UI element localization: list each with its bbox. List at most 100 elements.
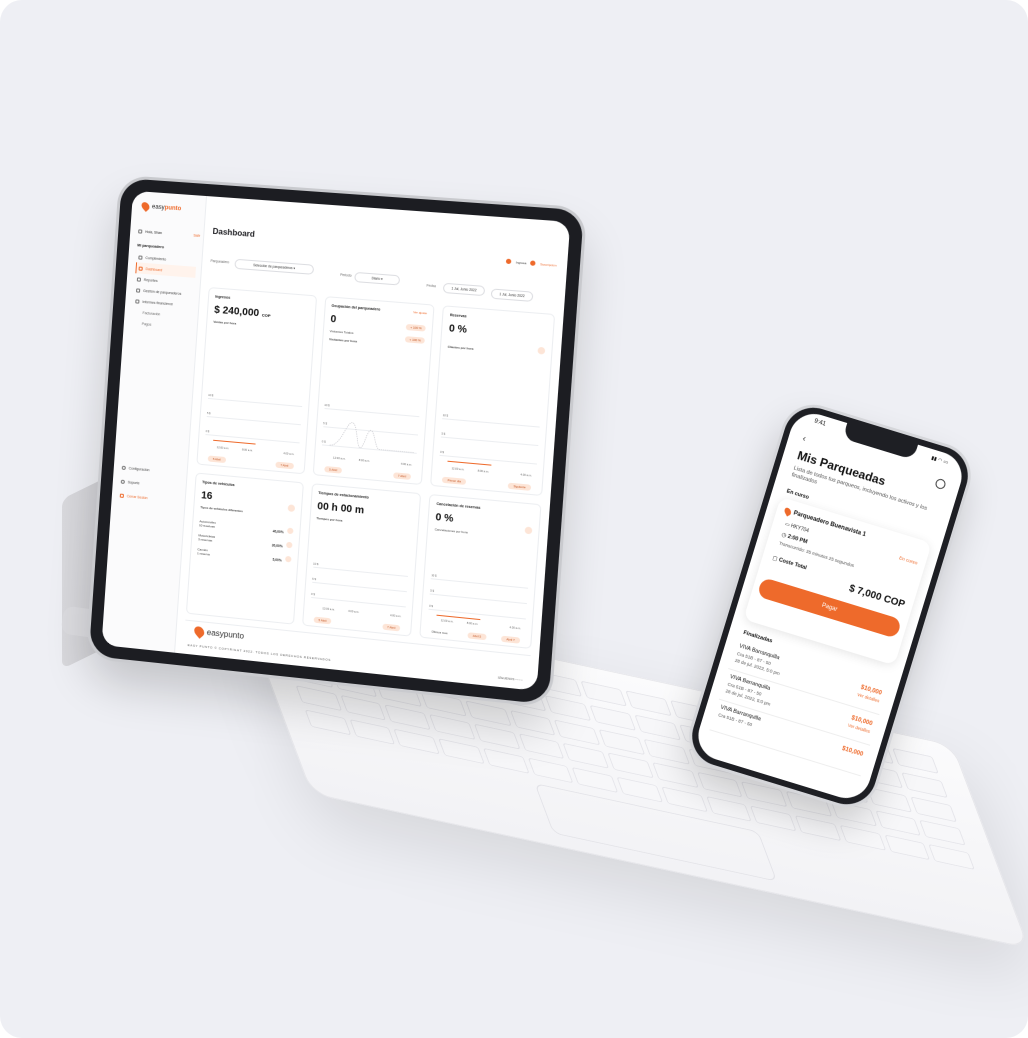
- status-icons: ▮▮ ◠ ▭: [930, 455, 949, 467]
- range-label: Últimos mes: [431, 629, 448, 636]
- date-pill-end[interactable]: Abril 7: [500, 635, 521, 644]
- date-range-pills: 5 Abril 7 Abril: [323, 465, 412, 480]
- y-tick: 10 $: [442, 413, 449, 418]
- active-parking-name: Parqueadero Buenavista 1: [783, 506, 867, 539]
- keyboard-key: [883, 834, 931, 861]
- card-link[interactable]: Ver ajuste: [413, 310, 427, 315]
- vehicle-type-button[interactable]: [285, 541, 293, 549]
- gridline: 5 $: [441, 432, 539, 446]
- keyboard-key: [304, 709, 352, 736]
- line-chart: 10 $ 5 $ 0 $ 12:00 a.m. 8:00 a.m. 4:00 a…: [204, 394, 302, 459]
- keyboard-key: [589, 704, 637, 731]
- date-pill-start[interactable]: 5 Abril: [313, 616, 332, 625]
- keyboard-key: [892, 747, 939, 774]
- expand-button[interactable]: [524, 526, 533, 535]
- y-tick: 0 $: [440, 450, 444, 454]
- keyboard-key: [643, 738, 690, 765]
- line-chart: 10 $ 5 $ 0 $ 12:00 a.m. 8:00 a.m. 4:00 a…: [439, 414, 540, 480]
- date-from-input[interactable]: 1 Jul, Junio 2022: [442, 282, 486, 297]
- date-range-pills: Primer día Siguiente: [442, 476, 532, 491]
- keyboard-key: [571, 767, 619, 794]
- x-tick: 4:00 a.m.: [283, 451, 295, 456]
- date-pill-start[interactable]: 5 Abril: [207, 455, 226, 463]
- tablet-frame: easypunto Hola, Shan Salir Mi parqueader…: [88, 178, 584, 705]
- vehicle-type-percent: 40,00%: [272, 529, 284, 535]
- date-pill-end[interactable]: Siguiente: [507, 482, 532, 491]
- tablet-screen: easypunto Hola, Shan Salir Mi parqueader…: [101, 190, 571, 691]
- vehicle-type-count: 10 reservas: [199, 522, 216, 529]
- date-pill-start[interactable]: Primer día: [442, 476, 467, 485]
- period-select[interactable]: Diario ▾: [354, 271, 401, 286]
- date-pill-end[interactable]: 7 Abril: [275, 461, 294, 469]
- y-tick: 0 $: [310, 592, 315, 597]
- profile-icon[interactable]: [934, 477, 947, 491]
- y-tick: 5 $: [206, 411, 211, 415]
- gridline: 10 $: [431, 574, 529, 589]
- keyboard-key: [544, 695, 592, 722]
- date-to-value: 1 Jul, Junio 2022: [499, 292, 525, 299]
- card-value-unit: COP: [261, 312, 271, 319]
- date-pill-start[interactable]: Abril 5: [467, 632, 487, 641]
- keyboard-key: [652, 762, 699, 789]
- card-subtitle: Clientes por hora: [447, 344, 474, 351]
- series-line: [213, 439, 256, 445]
- gridline: 0 $: [310, 593, 407, 608]
- gridline: 5 $: [311, 578, 408, 593]
- x-tick: 8:00 a.m.: [358, 458, 371, 463]
- parking-select-value: Selección de parqueaderos: [253, 263, 293, 271]
- back-arrow-icon[interactable]: ‹: [802, 433, 808, 443]
- active-parking-name-text: Parqueadero Buenavista 1: [792, 510, 867, 539]
- keyboard-key: [509, 709, 556, 736]
- vehicle-type-percent: 5,00%: [272, 557, 282, 563]
- x-tick: 4:00 a.m.: [400, 462, 413, 467]
- card-cancelaciones: Cancelación de reservas 0 % Cancelacione…: [419, 493, 542, 649]
- card-tiempos: Tiempos de estacionamiento 00 h 00 m Tie…: [301, 482, 422, 637]
- brand-name: easypunto: [151, 203, 182, 212]
- finance-icon: [135, 298, 140, 304]
- keyboard-key: [598, 728, 646, 755]
- sidebar-item-label: Cumplimiento: [145, 255, 167, 262]
- finished-list: VIVA Barranquilla Cra 51B - 87 - 50 28 d…: [709, 638, 889, 777]
- keyboard-key: [349, 719, 396, 746]
- vehicle-type-button[interactable]: [284, 555, 292, 563]
- sidebar-item-label: Facturación: [142, 310, 161, 316]
- keyboard-key: [919, 820, 967, 847]
- vehicle-type-button[interactable]: [286, 527, 294, 535]
- keyboard-key: [518, 733, 566, 760]
- pay-button[interactable]: Pagar: [756, 577, 903, 639]
- cost-label-row: ▢ Coste Total: [772, 555, 808, 571]
- keyboard-key: [527, 757, 575, 784]
- x-tick: 12:00 a.m.: [322, 607, 336, 612]
- account-value: Suscripción: [540, 261, 557, 268]
- location-pin-icon: [783, 506, 793, 517]
- expand-button[interactable]: [287, 503, 295, 512]
- keyboard-key: [624, 690, 672, 717]
- parking-select[interactable]: Selección de parqueaderos ▾: [234, 258, 315, 275]
- vehicle-type-percent: 30,00%: [271, 543, 283, 549]
- sidebar-item-label: Informes financieros: [142, 299, 173, 306]
- date-to-input[interactable]: 1 Jul, Junio 2022: [490, 288, 534, 302]
- y-tick: 10 $: [313, 562, 319, 567]
- keyboard-key: [393, 728, 441, 755]
- logout-short-link[interactable]: Salir: [193, 233, 200, 238]
- gridline: 10 $: [442, 414, 540, 428]
- social-icons[interactable]: ▫ ▫ ▫ ▫: [515, 677, 522, 682]
- avatar[interactable]: [530, 260, 537, 267]
- vehicle-type-count: 3 reservas: [198, 536, 213, 543]
- date-pill-start[interactable]: 5 Abril: [323, 465, 343, 474]
- mockup-canvas: easypunto Hola, Shan Salir Mi parqueader…: [0, 0, 1028, 1038]
- date-pill-end[interactable]: 7 Abril: [381, 623, 401, 632]
- report-icon: [136, 276, 142, 282]
- copyright-text: EASY PUNTO © COPYRIGHT 2022. TODOS LOS D…: [187, 643, 332, 663]
- notification-icon[interactable]: [506, 258, 512, 265]
- account-label: Ingresa: [515, 259, 527, 265]
- account-menu[interactable]: Ingresa Suscripción: [506, 258, 557, 268]
- brand-logo[interactable]: easypunto: [139, 200, 182, 214]
- keyboard-key: [661, 786, 708, 813]
- sidebar-item-label: Soporte: [127, 480, 140, 486]
- y-tick: 5 $: [441, 432, 446, 436]
- keyboard-key: [473, 723, 521, 751]
- page-title: Dashboard: [212, 226, 256, 239]
- keyboard-key: [438, 738, 485, 765]
- date-pill-end[interactable]: 7 Abril: [392, 471, 412, 480]
